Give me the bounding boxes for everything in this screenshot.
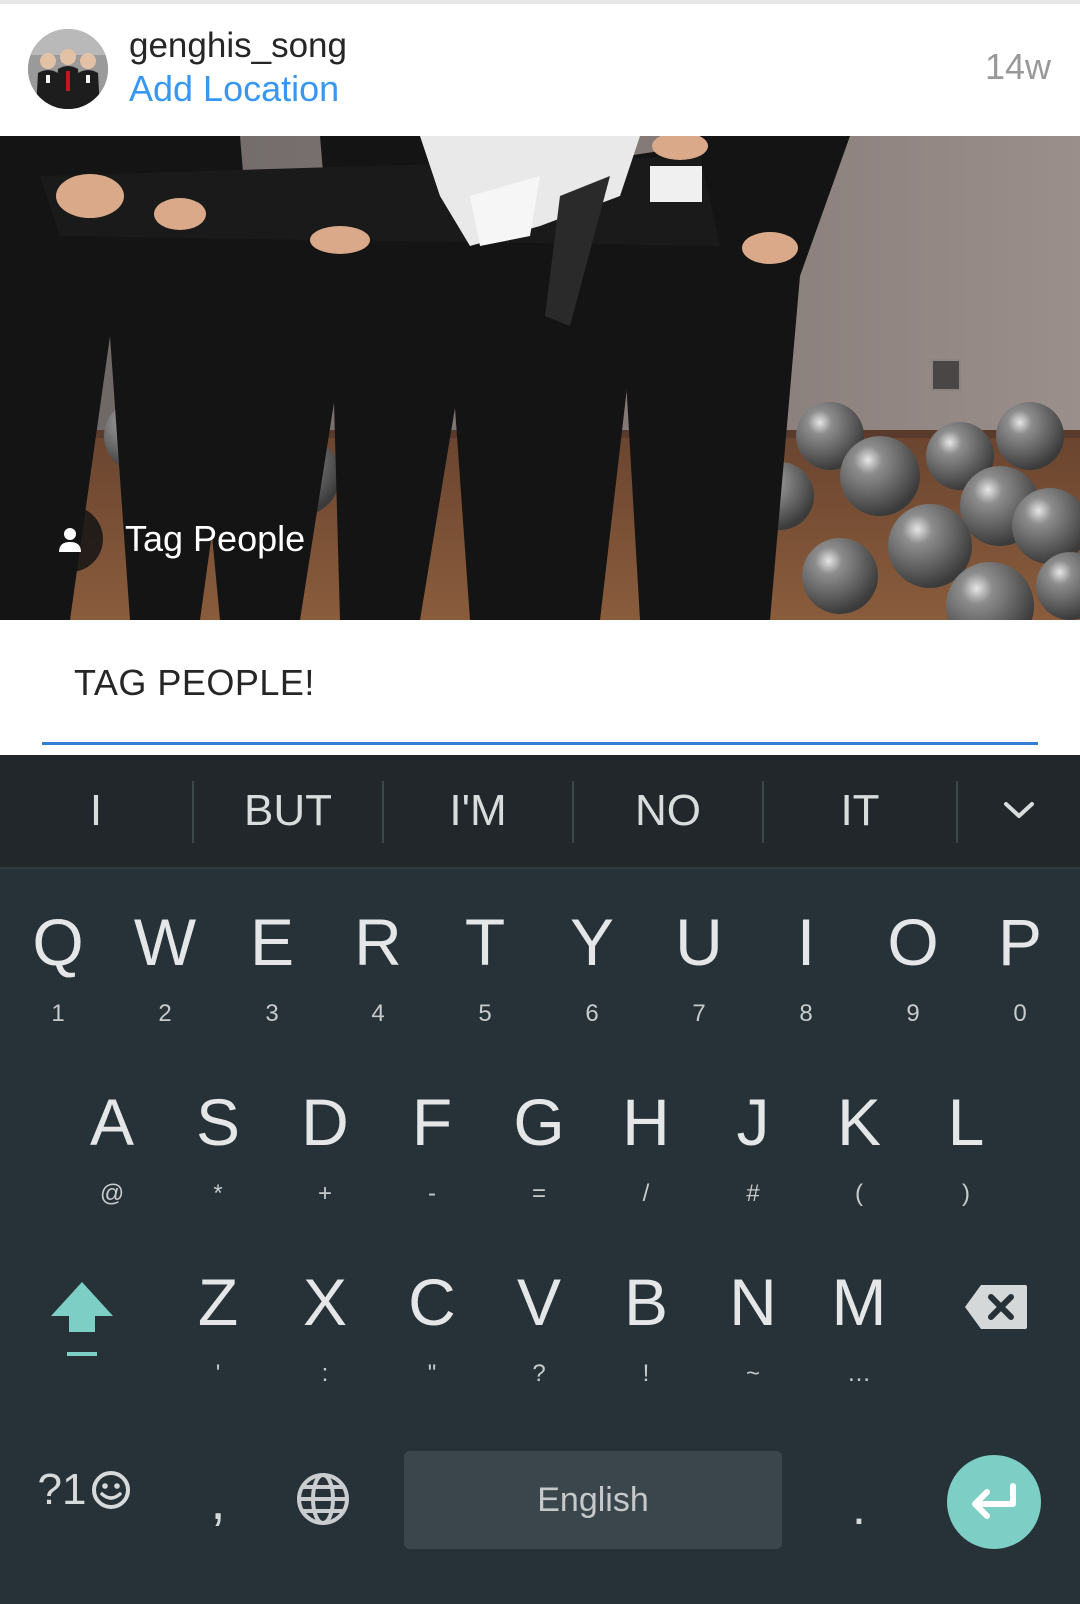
key-q[interactable]: Q1 <box>6 907 110 1029</box>
key-u[interactable]: U7 <box>647 907 751 1029</box>
suggestion-3[interactable]: I'M <box>384 755 572 867</box>
key-f[interactable]: F- <box>380 1087 484 1209</box>
post-photo[interactable]: Tag People <box>0 136 1080 620</box>
key-i[interactable]: I8 <box>754 907 858 1029</box>
enter-arrow-icon <box>972 1483 1016 1519</box>
enter-button[interactable] <box>947 1455 1041 1549</box>
suggestion-4[interactable]: NO <box>574 755 762 867</box>
symbols-label: ?1 <box>37 1465 87 1514</box>
key-b[interactable]: B! <box>594 1267 698 1389</box>
key-k[interactable]: K( <box>807 1087 911 1209</box>
add-location-link[interactable]: Add Location <box>129 68 339 110</box>
avatar[interactable] <box>28 29 108 109</box>
suggestion-5[interactable]: IT <box>764 755 956 867</box>
soft-keyboard: I BUT I'M NO IT Q1 W2 E3 R4 T5 Y6 U7 I8 … <box>0 755 1080 1604</box>
key-r[interactable]: R4 <box>326 907 430 1029</box>
key-e[interactable]: E3 <box>220 907 324 1029</box>
key-v[interactable]: V? <box>487 1267 591 1389</box>
backspace-icon <box>965 1285 1027 1329</box>
username[interactable]: genghis_song <box>129 26 347 66</box>
key-y[interactable]: Y6 <box>540 907 644 1029</box>
key-z[interactable]: Z ' <box>166 1267 270 1389</box>
caption-field[interactable]: TAG PEOPLE! <box>0 620 1080 755</box>
expand-suggestions-button[interactable] <box>958 755 1080 867</box>
shift-key[interactable] <box>30 1280 134 1356</box>
space-bar[interactable]: English <box>404 1451 782 1549</box>
key-g[interactable]: G = <box>487 1087 591 1209</box>
key-x[interactable]: X: <box>273 1267 377 1389</box>
globe-icon <box>297 1473 349 1525</box>
key-h[interactable]: H / <box>594 1087 698 1209</box>
emoji-icon <box>92 1471 131 1509</box>
suggestion-strip: I BUT I'M NO IT <box>0 755 1080 867</box>
tag-people-button[interactable]: Tag People <box>37 506 305 572</box>
person-icon <box>37 506 103 572</box>
key-c[interactable]: C " <box>380 1267 484 1389</box>
suggestion-separator <box>0 867 1080 869</box>
key-w[interactable]: W2 <box>113 907 217 1029</box>
key-p[interactable]: P0 <box>968 907 1072 1029</box>
symbols-emoji-key[interactable]: ?1 <box>30 1465 140 1515</box>
avatar-photo-icon <box>28 29 108 109</box>
suggestion-1[interactable]: I <box>0 755 192 867</box>
suggestion-2[interactable]: BUT <box>194 755 382 867</box>
comma-key[interactable]: , <box>166 1471 270 1531</box>
caption-input-value[interactable]: TAG PEOPLE! <box>74 662 315 704</box>
key-t[interactable]: T5 <box>433 907 537 1029</box>
key-n[interactable]: N ~ <box>701 1267 805 1389</box>
caption-focus-underline <box>42 742 1038 745</box>
key-o[interactable]: O9 <box>861 907 965 1029</box>
key-s[interactable]: S * <box>166 1087 270 1209</box>
key-d[interactable]: D + <box>273 1087 377 1209</box>
tag-people-label: Tag People <box>125 518 306 559</box>
period-key[interactable]: . <box>807 1477 911 1537</box>
backspace-key[interactable] <box>944 1283 1048 1336</box>
shift-arrow-icon <box>51 1282 113 1356</box>
key-m[interactable]: M… <box>807 1267 911 1389</box>
key-l[interactable]: L) <box>914 1087 1018 1209</box>
post-time: 14w <box>984 46 1051 87</box>
post-header: genghis_song Add Location 14w <box>0 4 1080 136</box>
chevron-down-icon <box>1004 802 1034 818</box>
key-j[interactable]: J # <box>701 1087 805 1209</box>
language-switch-key[interactable] <box>271 1471 375 1532</box>
key-a[interactable]: A @ <box>60 1087 164 1209</box>
